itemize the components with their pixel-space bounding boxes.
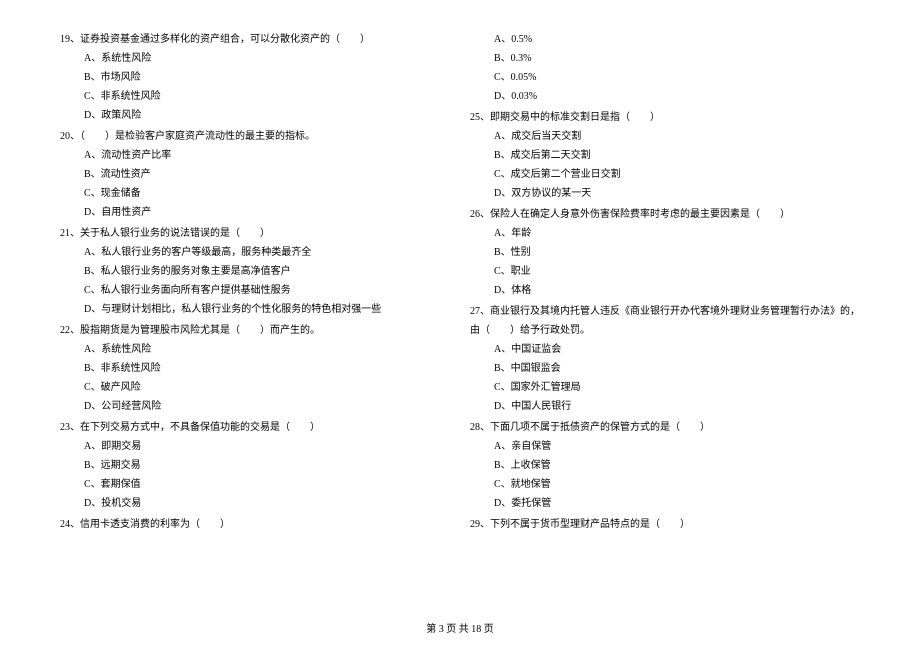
option-b: B、远期交易	[60, 456, 450, 475]
option-c: C、就地保管	[470, 475, 860, 494]
option-c: C、破产风险	[60, 378, 450, 397]
option-d: D、双方协议的某一天	[470, 184, 860, 203]
option-c: C、现金储备	[60, 184, 450, 203]
question-27: 27、商业银行及其境内托管人违反《商业银行开办代客境外理财业务管理暂行办法》的，…	[470, 302, 860, 416]
question-text: 25、即期交易中的标准交割日是指（ ）	[470, 108, 860, 127]
option-c: C、非系统性风险	[60, 87, 450, 106]
option-b: B、0.3%	[470, 49, 860, 68]
question-21: 21、关于私人银行业务的说法错误的是（ ） A、私人银行业务的客户等级最高，服务…	[60, 224, 450, 319]
option-d: D、与理财计划相比，私人银行业务的个性化服务的特色相对强一些	[60, 300, 450, 319]
right-column: A、0.5% B、0.3% C、0.05% D、0.03% 25、即期交易中的标…	[470, 30, 860, 536]
option-a: A、流动性资产比率	[60, 146, 450, 165]
question-text: 26、保险人在确定人身意外伤害保险费率时考虑的最主要因素是（ ）	[470, 205, 860, 224]
question-text: 19、证券投资基金通过多样化的资产组合，可以分散化资产的（ ）	[60, 30, 450, 49]
question-24-options: A、0.5% B、0.3% C、0.05% D、0.03%	[470, 30, 860, 106]
question-19: 19、证券投资基金通过多样化的资产组合，可以分散化资产的（ ） A、系统性风险 …	[60, 30, 450, 125]
option-d: D、政策风险	[60, 106, 450, 125]
question-text: 24、信用卡透支消费的利率为（ ）	[60, 515, 450, 534]
page-footer: 第 3 页 共 18 页	[0, 620, 920, 635]
option-a: A、系统性风险	[60, 49, 450, 68]
option-c: C、职业	[470, 262, 860, 281]
option-c: C、套期保值	[60, 475, 450, 494]
option-c: C、国家外汇管理局	[470, 378, 860, 397]
question-28: 28、下面几项不属于抵债资产的保管方式的是（ ） A、亲自保管 B、上收保管 C…	[470, 418, 860, 513]
option-a: A、中国证监会	[470, 340, 860, 359]
option-c: C、私人银行业务面向所有客户提供基础性服务	[60, 281, 450, 300]
option-a: A、成交后当天交割	[470, 127, 860, 146]
option-d: D、投机交易	[60, 494, 450, 513]
left-column: 19、证券投资基金通过多样化的资产组合，可以分散化资产的（ ） A、系统性风险 …	[60, 30, 450, 536]
question-text: 28、下面几项不属于抵债资产的保管方式的是（ ）	[470, 418, 860, 437]
question-20: 20、（ ）是检验客户家庭资产流动性的最主要的指标。 A、流动性资产比率 B、流…	[60, 127, 450, 222]
option-a: A、0.5%	[470, 30, 860, 49]
option-a: A、系统性风险	[60, 340, 450, 359]
option-a: A、年龄	[470, 224, 860, 243]
question-text: 27、商业银行及其境内托管人违反《商业银行开办代客境外理财业务管理暂行办法》的，…	[470, 302, 860, 340]
question-29: 29、下列不属于货币型理财产品特点的是（ ）	[470, 515, 860, 534]
question-26: 26、保险人在确定人身意外伤害保险费率时考虑的最主要因素是（ ） A、年龄 B、…	[470, 205, 860, 300]
option-c: C、成交后第二个营业日交割	[470, 165, 860, 184]
question-text: 23、在下列交易方式中，不具备保值功能的交易是（ ）	[60, 418, 450, 437]
document-content: 19、证券投资基金通过多样化的资产组合，可以分散化资产的（ ） A、系统性风险 …	[60, 30, 860, 536]
option-b: B、上收保管	[470, 456, 860, 475]
option-b: B、中国银监会	[470, 359, 860, 378]
question-25: 25、即期交易中的标准交割日是指（ ） A、成交后当天交割 B、成交后第二天交割…	[470, 108, 860, 203]
question-text: 20、（ ）是检验客户家庭资产流动性的最主要的指标。	[60, 127, 450, 146]
option-c: C、0.05%	[470, 68, 860, 87]
question-text: 29、下列不属于货币型理财产品特点的是（ ）	[470, 515, 860, 534]
question-24: 24、信用卡透支消费的利率为（ ）	[60, 515, 450, 534]
option-b: B、非系统性风险	[60, 359, 450, 378]
question-22: 22、股指期货是为管理股市风险尤其是（ ）而产生的。 A、系统性风险 B、非系统…	[60, 321, 450, 416]
option-b: B、私人银行业务的服务对象主要是高净值客户	[60, 262, 450, 281]
option-d: D、0.03%	[470, 87, 860, 106]
option-a: A、即期交易	[60, 437, 450, 456]
option-d: D、公司经营风险	[60, 397, 450, 416]
question-text: 22、股指期货是为管理股市风险尤其是（ ）而产生的。	[60, 321, 450, 340]
question-23: 23、在下列交易方式中，不具备保值功能的交易是（ ） A、即期交易 B、远期交易…	[60, 418, 450, 513]
option-d: D、自用性资产	[60, 203, 450, 222]
option-b: B、成交后第二天交割	[470, 146, 860, 165]
option-b: B、流动性资产	[60, 165, 450, 184]
option-d: D、委托保管	[470, 494, 860, 513]
option-b: B、性别	[470, 243, 860, 262]
question-text: 21、关于私人银行业务的说法错误的是（ ）	[60, 224, 450, 243]
option-a: A、亲自保管	[470, 437, 860, 456]
option-d: D、中国人民银行	[470, 397, 860, 416]
option-d: D、体格	[470, 281, 860, 300]
option-a: A、私人银行业务的客户等级最高，服务种类最齐全	[60, 243, 450, 262]
option-b: B、市场风险	[60, 68, 450, 87]
